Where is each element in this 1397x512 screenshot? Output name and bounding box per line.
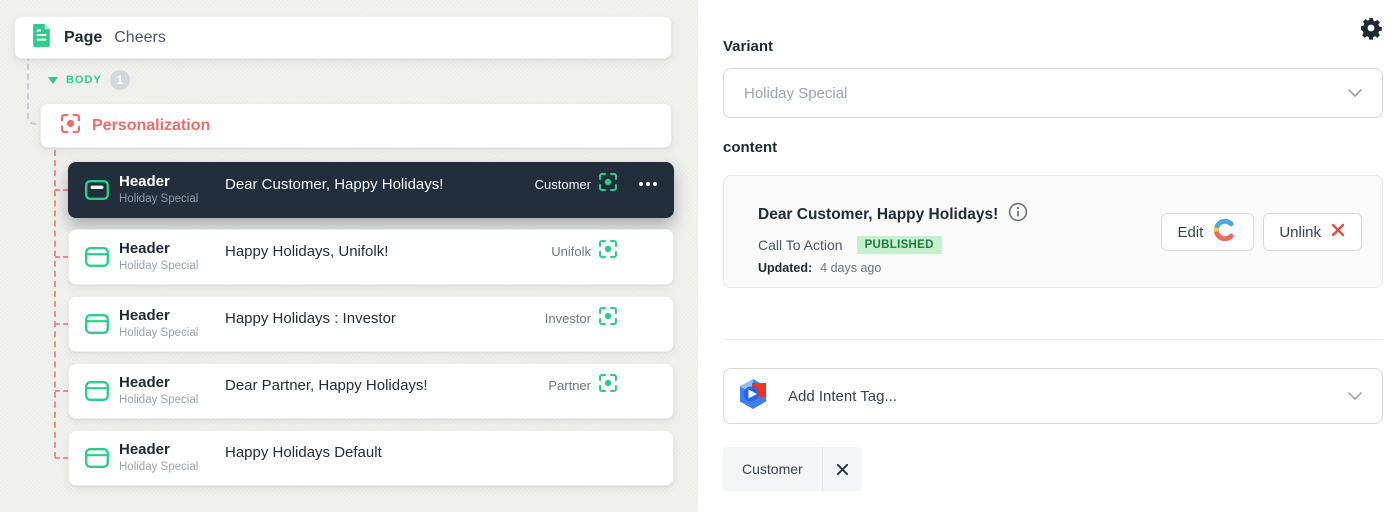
tree-connector-red-branch — [55, 457, 68, 459]
variant-field-label: Variant — [723, 38, 773, 55]
tag-remove-button[interactable] — [822, 447, 862, 491]
tree-node-personalization[interactable]: Personalization — [40, 103, 672, 148]
audience-target-icon — [599, 374, 617, 397]
updated-value: 4 days ago — [820, 261, 881, 275]
header-variant-sublabel: Holiday Special — [119, 193, 215, 207]
tree-connector-red-branch — [55, 323, 68, 325]
tree-header-row-partner[interactable]: Header Holiday Special Dear Partner, Hap… — [68, 363, 674, 419]
tree-header-row-default[interactable]: Header Holiday Special Happy Holidays De… — [68, 430, 674, 486]
unlink-button[interactable]: Unlink — [1263, 213, 1362, 251]
header-block-icon — [85, 180, 109, 200]
ninetailed-logo-icon — [738, 378, 768, 415]
audience-label: Partner — [548, 378, 591, 393]
section-divider — [723, 339, 1383, 340]
tree-connector-red — [54, 150, 56, 458]
header-type-label: Header — [119, 307, 215, 325]
info-icon[interactable] — [1008, 202, 1028, 227]
status-badge: PUBLISHED — [857, 236, 942, 254]
header-block-icon — [85, 448, 109, 468]
variant-select-value: Holiday Special — [744, 85, 847, 102]
content-tree-panel: Page Cheers BODY 1 Personalization Heade… — [0, 0, 698, 512]
header-type-label: Header — [119, 173, 215, 191]
tree-connector-gray — [27, 59, 39, 125]
tree-connector-red-branch — [55, 390, 68, 392]
header-variant-sublabel: Holiday Special — [119, 394, 215, 408]
page-type-label: Page — [64, 29, 102, 47]
header-block-icon — [85, 314, 109, 334]
header-content-text: Dear Partner, Happy Holidays! — [225, 377, 538, 394]
audience-target-icon — [599, 240, 617, 263]
edit-button-label: Edit — [1177, 224, 1203, 241]
entry-content-type: Call To Action — [758, 237, 843, 253]
header-block-icon — [85, 247, 109, 267]
header-type-label: Header — [119, 240, 215, 258]
header-block-icon — [85, 381, 109, 401]
app-root: Page Cheers BODY 1 Personalization Heade… — [0, 0, 1397, 512]
header-content-text: Happy Holidays : Investor — [225, 310, 535, 327]
personalization-focus-icon — [61, 114, 80, 138]
linked-entry-card: Dear Customer, Happy Holidays! Call To A… — [723, 175, 1383, 288]
collapse-triangle-icon[interactable] — [48, 77, 58, 84]
header-variant-sublabel: Holiday Special — [119, 260, 215, 274]
header-content-text: Dear Customer, Happy Holidays! — [225, 176, 525, 193]
page-name: Cheers — [114, 29, 166, 47]
chevron-down-icon — [1348, 387, 1362, 405]
header-content-text: Happy Holidays, Unifolk! — [225, 243, 541, 260]
page-file-icon — [31, 23, 52, 53]
contentful-logo-icon — [1212, 217, 1238, 247]
unlink-button-label: Unlink — [1279, 224, 1321, 241]
inspector-panel: Variant Holiday Special content Dear Cus… — [698, 0, 1397, 512]
tree-node-body-toggle[interactable]: BODY 1 — [48, 70, 130, 90]
audience-label: Investor — [545, 311, 591, 326]
personalization-label: Personalization — [92, 117, 210, 135]
tree-header-row-customer[interactable]: Header Holiday Special Dear Customer, Ha… — [68, 162, 674, 218]
edit-button[interactable]: Edit — [1161, 213, 1254, 251]
audience-target-icon — [599, 173, 617, 196]
tree-connector-red-branch — [55, 189, 68, 191]
settings-gear-icon[interactable] — [1359, 16, 1383, 45]
chevron-down-icon — [1348, 84, 1362, 102]
intent-tag-select[interactable]: Add Intent Tag... — [723, 368, 1383, 424]
row-menu-icon[interactable] — [639, 182, 657, 186]
tag-chip-label: Customer — [723, 447, 822, 491]
body-count-badge: 1 — [110, 70, 130, 90]
tree-header-row-unifolk[interactable]: Header Holiday Special Happy Holidays, U… — [68, 229, 674, 285]
unlink-x-icon — [1330, 222, 1346, 242]
tree-node-page[interactable]: Page Cheers — [14, 16, 672, 59]
tag-chip-customer: Customer — [723, 447, 862, 491]
tree-header-row-investor[interactable]: Header Holiday Special Happy Holidays : … — [68, 296, 674, 352]
intent-tag-placeholder: Add Intent Tag... — [788, 388, 897, 405]
variant-select[interactable]: Holiday Special — [723, 68, 1383, 118]
audience-target-icon — [599, 307, 617, 330]
entry-title: Dear Customer, Happy Holidays! — [758, 206, 998, 224]
header-type-label: Header — [119, 374, 215, 392]
header-variant-sublabel: Holiday Special — [119, 327, 215, 341]
tree-connector-red-branch — [55, 256, 68, 258]
header-variant-sublabel: Holiday Special — [119, 461, 215, 475]
content-section-label: content — [723, 139, 777, 156]
updated-label: Updated: — [758, 261, 812, 275]
audience-label: Unifolk — [551, 244, 591, 259]
audience-label: Customer — [535, 177, 591, 192]
header-type-label: Header — [119, 441, 215, 459]
body-label: BODY — [66, 74, 102, 86]
header-content-text: Happy Holidays Default — [225, 444, 617, 461]
